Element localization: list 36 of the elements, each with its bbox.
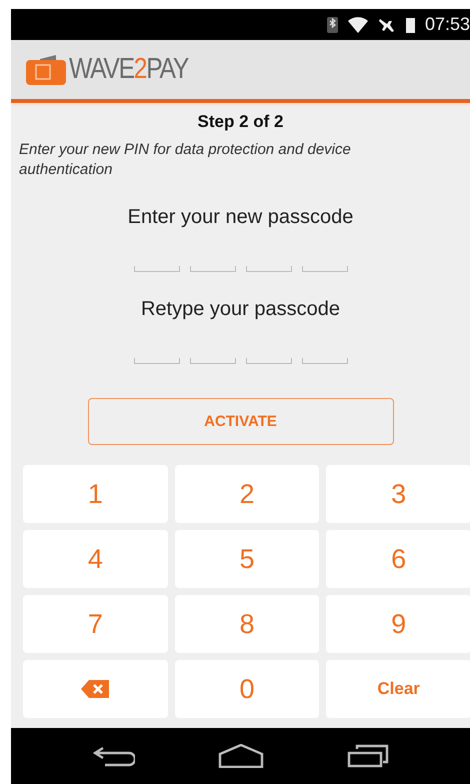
backspace-key[interactable] bbox=[23, 660, 168, 718]
digit-field[interactable] bbox=[246, 358, 292, 364]
digit-field[interactable] bbox=[190, 266, 236, 272]
clear-key[interactable]: Clear bbox=[326, 660, 470, 718]
passcode-label: Enter your new passcode bbox=[128, 206, 354, 230]
wallet-icon bbox=[26, 54, 66, 84]
digit-field[interactable] bbox=[302, 266, 348, 272]
digit-key[interactable]: 1 bbox=[23, 465, 168, 523]
digit-key[interactable]: 6 bbox=[326, 530, 470, 588]
app-logo: WAVE2PAY bbox=[69, 53, 188, 86]
bluetooth-icon bbox=[326, 16, 338, 32]
digit-key[interactable]: 8 bbox=[174, 595, 320, 653]
activate-button[interactable]: ACTIVATE bbox=[88, 398, 394, 445]
digit-field[interactable] bbox=[134, 358, 180, 364]
digit-key[interactable]: 3 bbox=[326, 465, 470, 523]
digit-key[interactable]: 0 bbox=[174, 660, 320, 718]
digit-key[interactable]: 7 bbox=[23, 595, 168, 653]
instruction-text: Enter your new PIN for data protection and device authentication bbox=[18, 140, 352, 180]
airplane-icon bbox=[378, 16, 396, 32]
back-icon bbox=[92, 744, 134, 768]
home-icon bbox=[218, 744, 264, 768]
digit-key[interactable]: 9 bbox=[326, 595, 470, 653]
digit-key[interactable]: 5 bbox=[174, 530, 320, 588]
step-title: Step 2 of 2 bbox=[198, 112, 284, 132]
backspace-icon bbox=[81, 680, 110, 698]
battery-icon bbox=[406, 16, 415, 32]
digit-field[interactable] bbox=[302, 358, 348, 364]
wifi-icon bbox=[348, 16, 368, 32]
digit-field[interactable] bbox=[246, 266, 292, 272]
digit-field[interactable] bbox=[134, 266, 180, 272]
digit-key[interactable]: 2 bbox=[174, 465, 320, 523]
digit-key[interactable]: 4 bbox=[23, 530, 168, 588]
passcode-label: Retype your passcode bbox=[140, 298, 340, 322]
digit-field[interactable] bbox=[190, 358, 236, 364]
status-time: 07:53 bbox=[424, 14, 470, 35]
recent-apps-icon bbox=[346, 744, 388, 768]
